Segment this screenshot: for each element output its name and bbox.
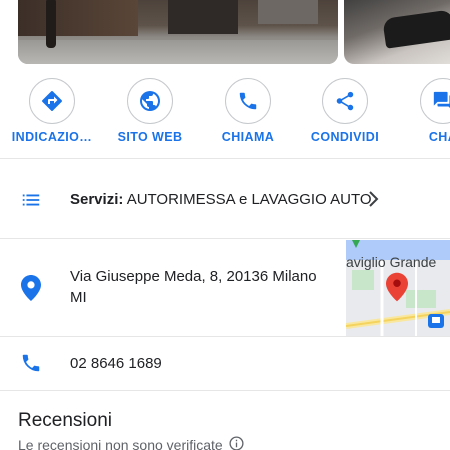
chat-button[interactable]: CHA <box>397 78 450 148</box>
photo-storefront[interactable] <box>18 0 338 64</box>
website-button[interactable]: SITO WEB <box>104 78 196 148</box>
photo-detail <box>258 0 318 24</box>
map-thumbnail[interactable]: aviglio Grande <box>346 240 450 336</box>
directions-label: INDICAZIO… <box>11 130 93 144</box>
divider <box>0 390 450 391</box>
reviews-title: Recensioni <box>18 410 112 431</box>
directions-button[interactable]: INDICAZIO… <box>6 78 98 148</box>
photo-detail <box>18 0 138 36</box>
chat-icon <box>420 78 450 124</box>
services-value: AUTORIMESSA e LAVAGGIO AUTO <box>126 191 372 208</box>
action-bar: INDICAZIO… SITO WEB CHIAMA CONDIVIDI CHA <box>0 78 450 148</box>
chevron-right-icon <box>368 188 380 215</box>
services-row[interactable]: Servizi: AUTORIMESSA e LAVAGGIO AUTO <box>0 178 450 222</box>
services-text: Servizi: AUTORIMESSA e LAVAGGIO AUTO <box>70 189 372 210</box>
share-button[interactable]: CONDIVIDI <box>299 78 391 148</box>
map-label: aviglio Grande <box>346 254 437 270</box>
share-label: CONDIVIDI <box>310 130 380 144</box>
divider <box>0 238 450 239</box>
services-label: Servizi: <box>70 191 124 208</box>
location-pin-icon <box>18 275 44 301</box>
photo-detail <box>46 0 56 48</box>
globe-icon <box>127 78 173 124</box>
phone-number: 02 8646 1689 <box>70 355 162 372</box>
phone-row[interactable]: 02 8646 1689 <box>0 337 450 389</box>
reviews-subtitle: Le recensioni non sono verificate <box>18 437 223 450</box>
website-label: SITO WEB <box>117 130 183 144</box>
address-line2: MI <box>70 289 87 306</box>
share-icon <box>322 78 368 124</box>
photo-detail <box>168 0 238 34</box>
call-button[interactable]: CHIAMA <box>202 78 294 148</box>
reviews-subtitle-row: Le recensioni non sono verificate <box>18 436 244 450</box>
photo-detail <box>382 9 450 49</box>
photo-carousel[interactable] <box>0 0 450 68</box>
info-icon[interactable] <box>229 436 244 450</box>
photo-car[interactable] <box>344 0 450 64</box>
photo-detail <box>18 40 338 64</box>
phone-icon <box>225 78 271 124</box>
address-line1: Via Giuseppe Meda, 8, 20136 Milano <box>70 268 317 285</box>
list-icon <box>18 187 44 213</box>
divider <box>0 158 450 159</box>
call-label: CHIAMA <box>221 130 275 144</box>
phone-icon <box>18 350 44 376</box>
map-pin-icon <box>386 272 408 307</box>
address-text: Via Giuseppe Meda, 8, 20136 Milano MI <box>70 266 317 308</box>
directions-icon <box>29 78 75 124</box>
chat-label: CHA <box>428 130 450 144</box>
